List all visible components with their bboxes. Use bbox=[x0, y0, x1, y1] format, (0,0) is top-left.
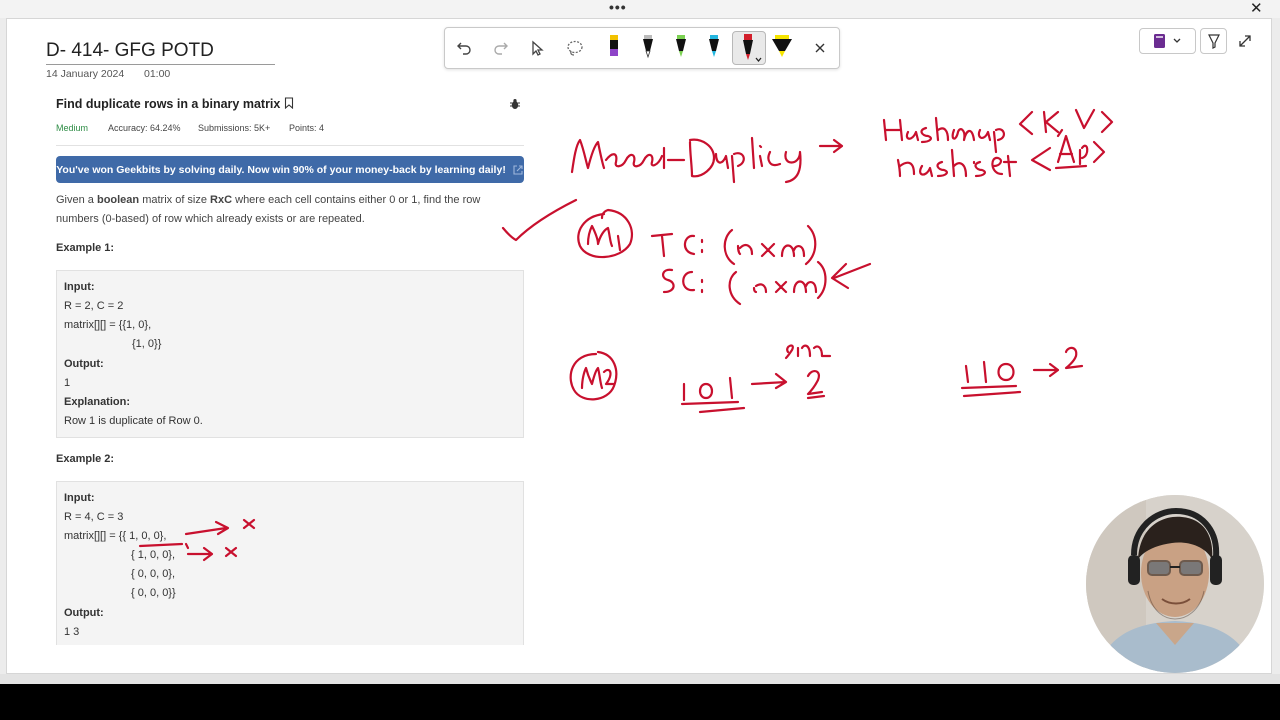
highlighter-icon bbox=[772, 35, 792, 57]
desc-text: matrix of size bbox=[139, 194, 211, 206]
scrollbar-area[interactable] bbox=[0, 674, 1280, 684]
notebook-icon bbox=[1153, 34, 1180, 48]
bug-icon bbox=[510, 99, 520, 109]
drawing-toolbar bbox=[444, 27, 840, 69]
expand-button[interactable] bbox=[1236, 32, 1254, 50]
lasso-icon bbox=[567, 40, 583, 56]
example-1-heading: Example 1: bbox=[56, 242, 115, 254]
note-date: 14 January 2024 bbox=[46, 68, 125, 80]
red-pen-icon bbox=[743, 34, 762, 63]
page-title[interactable]: D- 414- GFG POTD bbox=[46, 40, 214, 62]
undo-button[interactable] bbox=[453, 37, 475, 59]
example-line: matrix[][] = {{ 1, 0, 0}, bbox=[64, 530, 167, 542]
problem-title-text: Find duplicate rows in a binary matrix bbox=[56, 97, 281, 111]
webcam-overlay bbox=[1086, 495, 1264, 673]
pen-stand-icon bbox=[1207, 34, 1220, 49]
notebook-switcher-button[interactable] bbox=[1139, 28, 1196, 54]
pen-red-button[interactable] bbox=[732, 31, 766, 65]
problem-description: Given a boolean matrix of size RxC where… bbox=[56, 191, 516, 229]
green-pen-icon bbox=[676, 35, 686, 57]
example-line: matrix[][] = {{1, 0}, bbox=[64, 319, 152, 331]
submissions-stat: Submissions: 5K+ bbox=[198, 123, 271, 133]
desc-text: numbers (0-based) of row which already e… bbox=[56, 213, 365, 225]
title-bar: ••• ✕ bbox=[0, 0, 1280, 18]
desc-bold-rxc: RxC bbox=[210, 194, 233, 206]
undo-icon bbox=[457, 42, 471, 55]
bookmark-icon[interactable] bbox=[284, 97, 294, 110]
input-label: Input: bbox=[64, 492, 95, 504]
geekbits-banner[interactable]: You've won Geekbits by solving daily. No… bbox=[56, 156, 524, 183]
more-options-button[interactable]: ••• bbox=[609, 0, 627, 14]
example-line: {1, 0}} bbox=[132, 338, 162, 350]
pen-mode-button[interactable] bbox=[1200, 28, 1227, 54]
pen-purple-button[interactable] bbox=[603, 32, 625, 62]
note-time: 01:00 bbox=[144, 68, 171, 80]
output-label: Output: bbox=[64, 358, 104, 370]
title-underline bbox=[46, 64, 275, 65]
whiteboard-app: ••• ✕ D- 414- GFG POTD 14 January 2024 0… bbox=[0, 0, 1280, 684]
explanation-label: Explanation: bbox=[64, 396, 131, 408]
output-label: Output: bbox=[64, 607, 104, 619]
example-line: { 1, 0, 0}, bbox=[131, 549, 176, 561]
presenter-avatar bbox=[1086, 495, 1264, 673]
output-value: 1 3 bbox=[64, 626, 80, 638]
divider bbox=[56, 145, 524, 146]
desc-bold-boolean: boolean bbox=[96, 194, 140, 206]
points-stat: Points: 4 bbox=[289, 123, 325, 133]
accuracy-stat: Accuracy: 64.24% bbox=[108, 123, 181, 133]
highlighter-yellow-button[interactable] bbox=[769, 32, 795, 62]
pen-white-button[interactable] bbox=[637, 32, 659, 62]
example-line: R = 2, C = 2 bbox=[64, 300, 124, 312]
example-2-heading: Example 2: bbox=[56, 453, 115, 465]
close-window-button[interactable]: ✕ bbox=[1250, 1, 1263, 17]
close-toolbar-button[interactable] bbox=[809, 37, 831, 59]
pen-cyan-button[interactable] bbox=[703, 32, 725, 62]
banner-text: You've won Geekbits by solving daily. No… bbox=[56, 163, 506, 176]
desc-text: where each cell contains either 0 or 1, … bbox=[232, 194, 481, 206]
external-link-icon bbox=[513, 164, 523, 175]
white-pen-icon bbox=[643, 35, 653, 59]
select-tool-button[interactable] bbox=[526, 37, 548, 59]
redo-icon bbox=[494, 42, 508, 55]
example-line: { 0, 0, 0}, bbox=[131, 568, 176, 580]
report-bug-button[interactable] bbox=[509, 97, 521, 115]
lasso-tool-button[interactable] bbox=[564, 37, 586, 59]
output-value: 1 bbox=[64, 377, 71, 389]
expand-icon bbox=[1239, 35, 1251, 47]
problem-title: Find duplicate rows in a binary matrix bbox=[56, 97, 294, 111]
pen-green-button[interactable] bbox=[670, 32, 692, 62]
example-2-box: Input: R = 4, C = 3 matrix[][] = {{ 1, 0… bbox=[56, 481, 524, 645]
pointer-icon bbox=[532, 40, 544, 56]
desc-text: Given a bbox=[56, 194, 97, 206]
example-1-box: Input: R = 2, C = 2 matrix[][] = {{1, 0}… bbox=[56, 270, 524, 438]
cyan-pen-icon bbox=[709, 35, 719, 57]
redo-button[interactable] bbox=[490, 37, 512, 59]
example-line: R = 4, C = 3 bbox=[64, 511, 124, 523]
difficulty-badge: Medium bbox=[56, 123, 89, 133]
close-icon bbox=[815, 43, 825, 53]
purple-pen-icon bbox=[610, 35, 618, 56]
explanation-text: Row 1 is duplicate of Row 0. bbox=[64, 415, 203, 427]
input-label: Input: bbox=[64, 281, 95, 293]
example-line: { 0, 0, 0}} bbox=[131, 587, 176, 599]
